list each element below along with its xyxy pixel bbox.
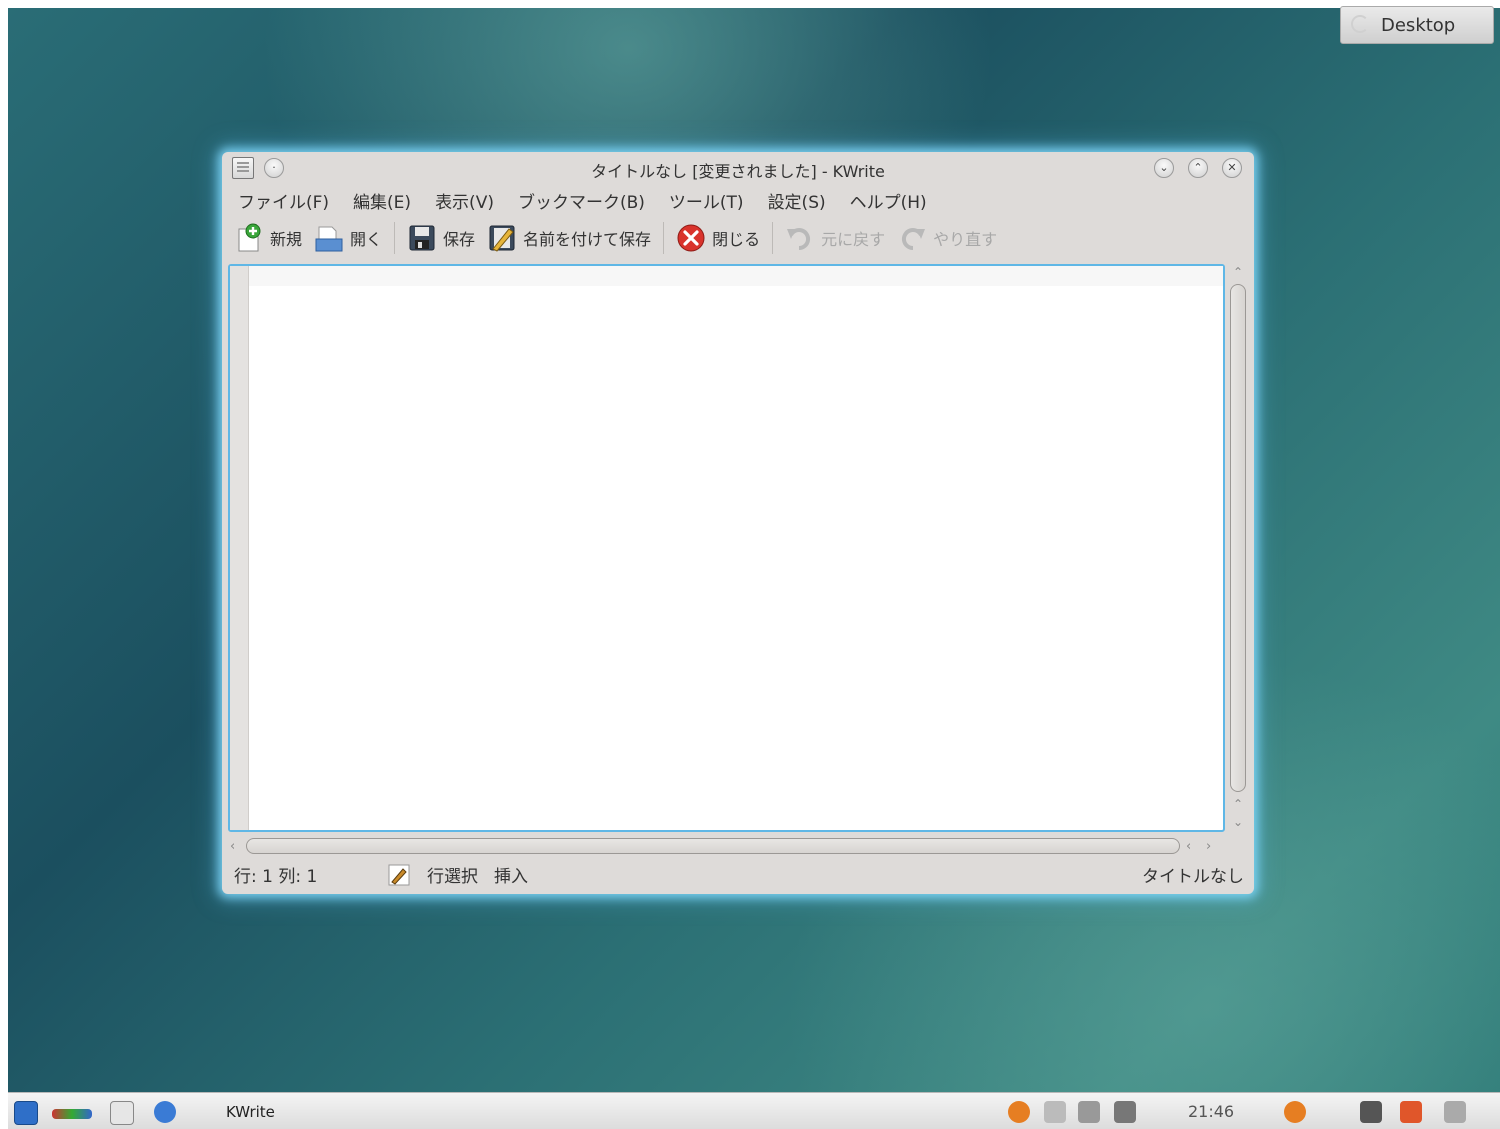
clipboard-icon[interactable]	[1044, 1101, 1066, 1123]
undo-icon	[787, 228, 811, 251]
status-bar: 行: 1 列: 1 行選択 挿入 タイトルなし	[222, 858, 1254, 888]
menu-file[interactable]: ファイル(F)	[226, 186, 341, 214]
horizontal-scroll-handle[interactable]	[246, 838, 1180, 854]
scroll-up-icon[interactable]: ⌃	[1232, 266, 1244, 278]
menu-bar: ファイル(F) 編集(E) 表示(V) ブックマーク(B) ツール(T) 設定(…	[226, 186, 939, 214]
save-as-label: 名前を付けて保存	[523, 230, 652, 249]
cursor-position: 行: 1 列: 1	[234, 867, 318, 887]
open-button[interactable]: 開く	[308, 220, 388, 256]
close-document-button[interactable]: 閉じる	[670, 220, 766, 256]
scroll-left-icon[interactable]: ‹	[230, 839, 235, 854]
taskbar: KWrite 21:46	[8, 1092, 1500, 1129]
toolbox-icon[interactable]	[1444, 1101, 1466, 1123]
current-line-highlight	[249, 266, 1223, 286]
maximize-button[interactable]: ⌃	[1188, 158, 1208, 178]
undo-label: 元に戻す	[821, 230, 886, 249]
browser-icon[interactable]	[154, 1101, 176, 1123]
new-label: 新規	[270, 230, 303, 249]
toolbar-separator	[663, 222, 665, 254]
device-icon[interactable]	[1360, 1101, 1382, 1123]
new-button[interactable]: 新規	[228, 220, 308, 256]
update-icon[interactable]	[1284, 1101, 1306, 1123]
document-name: タイトルなし	[1142, 867, 1244, 887]
volume-icon[interactable]	[1078, 1101, 1100, 1123]
taskbar-task-kwrite[interactable]: KWrite	[226, 1103, 275, 1121]
desktop-label: Desktop	[1381, 14, 1456, 36]
clock[interactable]: 21:46	[1188, 1102, 1234, 1121]
selection-mode[interactable]: 行選択	[427, 862, 478, 887]
close-window-button[interactable]: ✕	[1222, 158, 1242, 178]
main-toolbar: 新規 開く 保存 名前を付けて保存 閉じる 元に戻す やり直す	[228, 218, 1003, 258]
kwrite-window: · タイトルなし [変更されました] - KWrite ⌄ ⌃ ✕ ファイル(F…	[222, 152, 1254, 894]
desktop-activity-icon	[1351, 15, 1369, 33]
redo-button[interactable]: やり直す	[891, 220, 1003, 256]
edit-pencil-icon[interactable]	[388, 864, 410, 886]
menu-tools[interactable]: ツール(T)	[657, 186, 756, 214]
title-bar[interactable]: · タイトルなし [変更されました] - KWrite ⌄ ⌃ ✕	[222, 152, 1254, 184]
save-disk-icon	[409, 225, 435, 251]
text-editor-area[interactable]	[228, 264, 1225, 832]
menu-help[interactable]: ヘルプ(H)	[838, 186, 939, 214]
toolbar-separator	[772, 222, 774, 254]
file-manager-icon[interactable]	[110, 1101, 134, 1125]
vertical-scroll-handle[interactable]	[1230, 284, 1246, 792]
scroll-right-icon[interactable]: ›	[1206, 839, 1211, 854]
redo-icon	[902, 228, 926, 251]
network-icon[interactable]	[1114, 1101, 1136, 1123]
notification-icon[interactable]	[1008, 1101, 1030, 1123]
menu-settings[interactable]: 設定(S)	[756, 186, 838, 214]
vertical-scrollbar[interactable]: ⌃ ⌃ ⌄	[1228, 264, 1248, 834]
scroll-down-icon[interactable]: ⌄	[1232, 816, 1244, 828]
close-label: 閉じる	[712, 230, 761, 249]
scroll-up-small-icon[interactable]: ⌃	[1232, 798, 1244, 810]
new-document-icon	[238, 223, 261, 252]
minimize-button[interactable]: ⌄	[1154, 158, 1174, 178]
undo-button[interactable]: 元に戻す	[779, 220, 891, 256]
save-as-icon	[489, 225, 515, 252]
menu-bookmarks[interactable]: ブックマーク(B)	[506, 186, 657, 214]
insert-mode[interactable]: 挿入	[494, 862, 528, 887]
save-button[interactable]: 保存	[401, 220, 481, 256]
menu-edit[interactable]: 編集(E)	[341, 186, 423, 214]
close-red-icon	[677, 224, 705, 252]
pager-icon[interactable]	[52, 1109, 92, 1119]
plasma-icon[interactable]	[1400, 1101, 1422, 1123]
kde-menu-icon[interactable]	[14, 1101, 38, 1125]
menu-view[interactable]: 表示(V)	[423, 186, 506, 214]
editor-gutter[interactable]	[230, 266, 249, 830]
save-as-button[interactable]: 名前を付けて保存	[481, 220, 657, 256]
scroll-left-small-icon[interactable]: ‹	[1186, 839, 1191, 854]
open-label: 開く	[350, 230, 383, 249]
horizontal-scrollbar[interactable]: ‹ ‹ ›	[228, 836, 1225, 856]
save-label: 保存	[443, 230, 476, 249]
window-title: タイトルなし [変更されました] - KWrite	[591, 162, 885, 181]
desktop-button[interactable]: Desktop	[1340, 6, 1494, 44]
toolbar-separator	[394, 222, 396, 254]
open-folder-icon	[315, 226, 343, 252]
redo-label: やり直す	[933, 230, 998, 249]
